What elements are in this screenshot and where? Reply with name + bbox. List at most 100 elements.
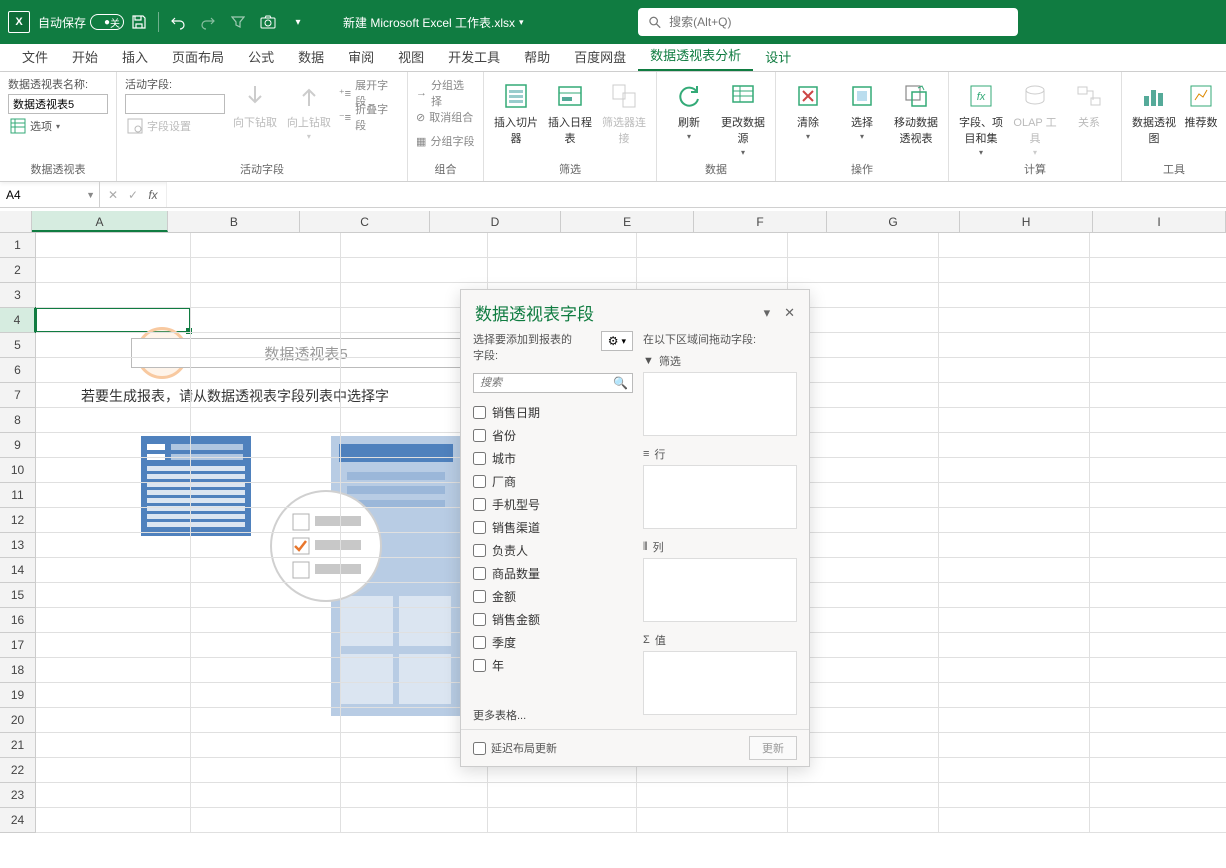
pt-options-button[interactable]: 选项 ▾ [8, 116, 62, 136]
column-header-C[interactable]: C [300, 211, 429, 232]
pivottable-field-pane[interactable]: 数据透视表字段 ▾ ✕ 选择要添加到报表的字段: ⚙▾ 🔍 销售日期省份城市厂商… [460, 289, 810, 767]
column-header-F[interactable]: F [694, 211, 827, 232]
row-header-8[interactable]: 8 [0, 408, 36, 433]
change-datasource-button[interactable]: 更改数据源▾ [719, 76, 767, 157]
camera-icon[interactable] [255, 9, 281, 35]
insert-slicer-button[interactable]: 插入切片器 [492, 76, 540, 146]
row-header-1[interactable]: 1 [0, 233, 36, 258]
cols-area[interactable] [643, 558, 797, 622]
field-checkbox[interactable] [473, 475, 486, 488]
formula-input[interactable] [167, 182, 1226, 207]
filename[interactable]: 新建 Microsoft Excel 工作表.xlsx ▾ [343, 14, 524, 31]
undo-icon[interactable] [165, 9, 191, 35]
field-item-负责人[interactable]: 负责人 [473, 539, 633, 562]
row-header-2[interactable]: 2 [0, 258, 36, 283]
more-tables-link[interactable]: 更多表格... [473, 707, 633, 723]
column-header-I[interactable]: I [1093, 211, 1226, 232]
row-header-17[interactable]: 17 [0, 633, 36, 658]
pivotchart-button[interactable]: 数据透视图 [1130, 76, 1178, 146]
row-header-9[interactable]: 9 [0, 433, 36, 458]
rows-area[interactable] [643, 465, 797, 529]
tab-数据[interactable]: 数据 [286, 42, 336, 71]
row-header-4[interactable]: 4 [0, 308, 36, 333]
tab-开始[interactable]: 开始 [60, 42, 110, 71]
column-header-A[interactable]: A [32, 211, 169, 232]
values-area[interactable] [643, 651, 797, 715]
defer-layout-checkbox[interactable]: 延迟布局更新 [473, 740, 557, 756]
row-header-10[interactable]: 10 [0, 458, 36, 483]
field-item-手机型号[interactable]: 手机型号 [473, 493, 633, 516]
row-header-16[interactable]: 16 [0, 608, 36, 633]
field-checkbox[interactable] [473, 590, 486, 603]
column-header-D[interactable]: D [430, 211, 561, 232]
active-field-input[interactable] [125, 94, 225, 114]
name-box[interactable]: A4 ▼ [0, 182, 100, 207]
row-header-11[interactable]: 11 [0, 483, 36, 508]
update-button[interactable]: 更新 [749, 736, 797, 760]
row-header-23[interactable]: 23 [0, 783, 36, 808]
refresh-button[interactable]: 刷新▾ [665, 76, 713, 141]
row-header-7[interactable]: 7 [0, 383, 36, 408]
row-header-24[interactable]: 24 [0, 808, 36, 833]
row-header-12[interactable]: 12 [0, 508, 36, 533]
field-item-城市[interactable]: 城市 [473, 447, 633, 470]
field-checkbox[interactable] [473, 659, 486, 672]
row-header-5[interactable]: 5 [0, 333, 36, 358]
chevron-down-icon[interactable]: ▼ [86, 190, 95, 200]
tab-百度网盘[interactable]: 百度网盘 [562, 42, 638, 71]
autosave-toggle[interactable]: 自动保存 ●关 [38, 14, 124, 31]
field-item-销售日期[interactable]: 销售日期 [473, 401, 633, 424]
tab-页面布局[interactable]: 页面布局 [160, 42, 236, 71]
field-pane-close-icon[interactable]: ✕ [784, 305, 795, 321]
field-pane-dropdown-icon[interactable]: ▾ [764, 305, 771, 321]
filter-icon[interactable] [225, 9, 251, 35]
recommended-button[interactable]: 推荐数 [1184, 76, 1218, 130]
field-item-商品数量[interactable]: 商品数量 [473, 562, 633, 585]
redo-icon[interactable] [195, 9, 221, 35]
save-icon[interactable] [126, 9, 152, 35]
tab-数据透视表分析[interactable]: 数据透视表分析 [638, 40, 753, 71]
field-checkbox[interactable] [473, 406, 486, 419]
column-header-H[interactable]: H [960, 211, 1093, 232]
field-item-省份[interactable]: 省份 [473, 424, 633, 447]
qat-customize-icon[interactable]: ▾ [285, 9, 311, 35]
column-header-B[interactable]: B [168, 211, 300, 232]
field-checkbox[interactable] [473, 452, 486, 465]
field-pane-gear-button[interactable]: ⚙▾ [601, 331, 633, 351]
column-header-G[interactable]: G [827, 211, 960, 232]
row-header-22[interactable]: 22 [0, 758, 36, 783]
column-header-E[interactable]: E [561, 211, 694, 232]
tab-设计[interactable]: 设计 [753, 42, 803, 71]
field-checkbox[interactable] [473, 498, 486, 511]
field-search-input[interactable] [473, 373, 633, 393]
row-header-20[interactable]: 20 [0, 708, 36, 733]
field-item-年[interactable]: 年 [473, 654, 633, 677]
field-checkbox[interactable] [473, 567, 486, 580]
row-header-15[interactable]: 15 [0, 583, 36, 608]
row-header-13[interactable]: 13 [0, 533, 36, 558]
tab-公式[interactable]: 公式 [236, 42, 286, 71]
row-header-14[interactable]: 14 [0, 558, 36, 583]
field-item-金额[interactable]: 金额 [473, 585, 633, 608]
field-checkbox[interactable] [473, 521, 486, 534]
row-header-21[interactable]: 21 [0, 733, 36, 758]
move-pivottable-button[interactable]: 移动数据透视表 [892, 76, 940, 146]
insert-timeline-button[interactable]: 插入日程表 [546, 76, 594, 146]
clear-button[interactable]: 清除▾ [784, 76, 832, 141]
row-header-18[interactable]: 18 [0, 658, 36, 683]
fill-handle[interactable] [186, 328, 192, 334]
field-list[interactable]: 销售日期省份城市厂商手机型号销售渠道负责人商品数量金额销售金额季度年 [473, 401, 633, 699]
field-item-厂商[interactable]: 厂商 [473, 470, 633, 493]
fx-icon[interactable]: fx [144, 188, 162, 202]
field-search[interactable]: 🔍 [473, 373, 633, 393]
field-checkbox[interactable] [473, 544, 486, 557]
search-input[interactable] [669, 15, 1008, 29]
tab-帮助[interactable]: 帮助 [512, 42, 562, 71]
field-checkbox[interactable] [473, 429, 486, 442]
row-header-3[interactable]: 3 [0, 283, 36, 308]
fields-items-sets-button[interactable]: fx字段、项目和集▾ [957, 76, 1005, 157]
field-item-销售渠道[interactable]: 销售渠道 [473, 516, 633, 539]
tab-插入[interactable]: 插入 [110, 42, 160, 71]
search-box[interactable] [638, 8, 1018, 36]
tab-开发工具[interactable]: 开发工具 [436, 42, 512, 71]
